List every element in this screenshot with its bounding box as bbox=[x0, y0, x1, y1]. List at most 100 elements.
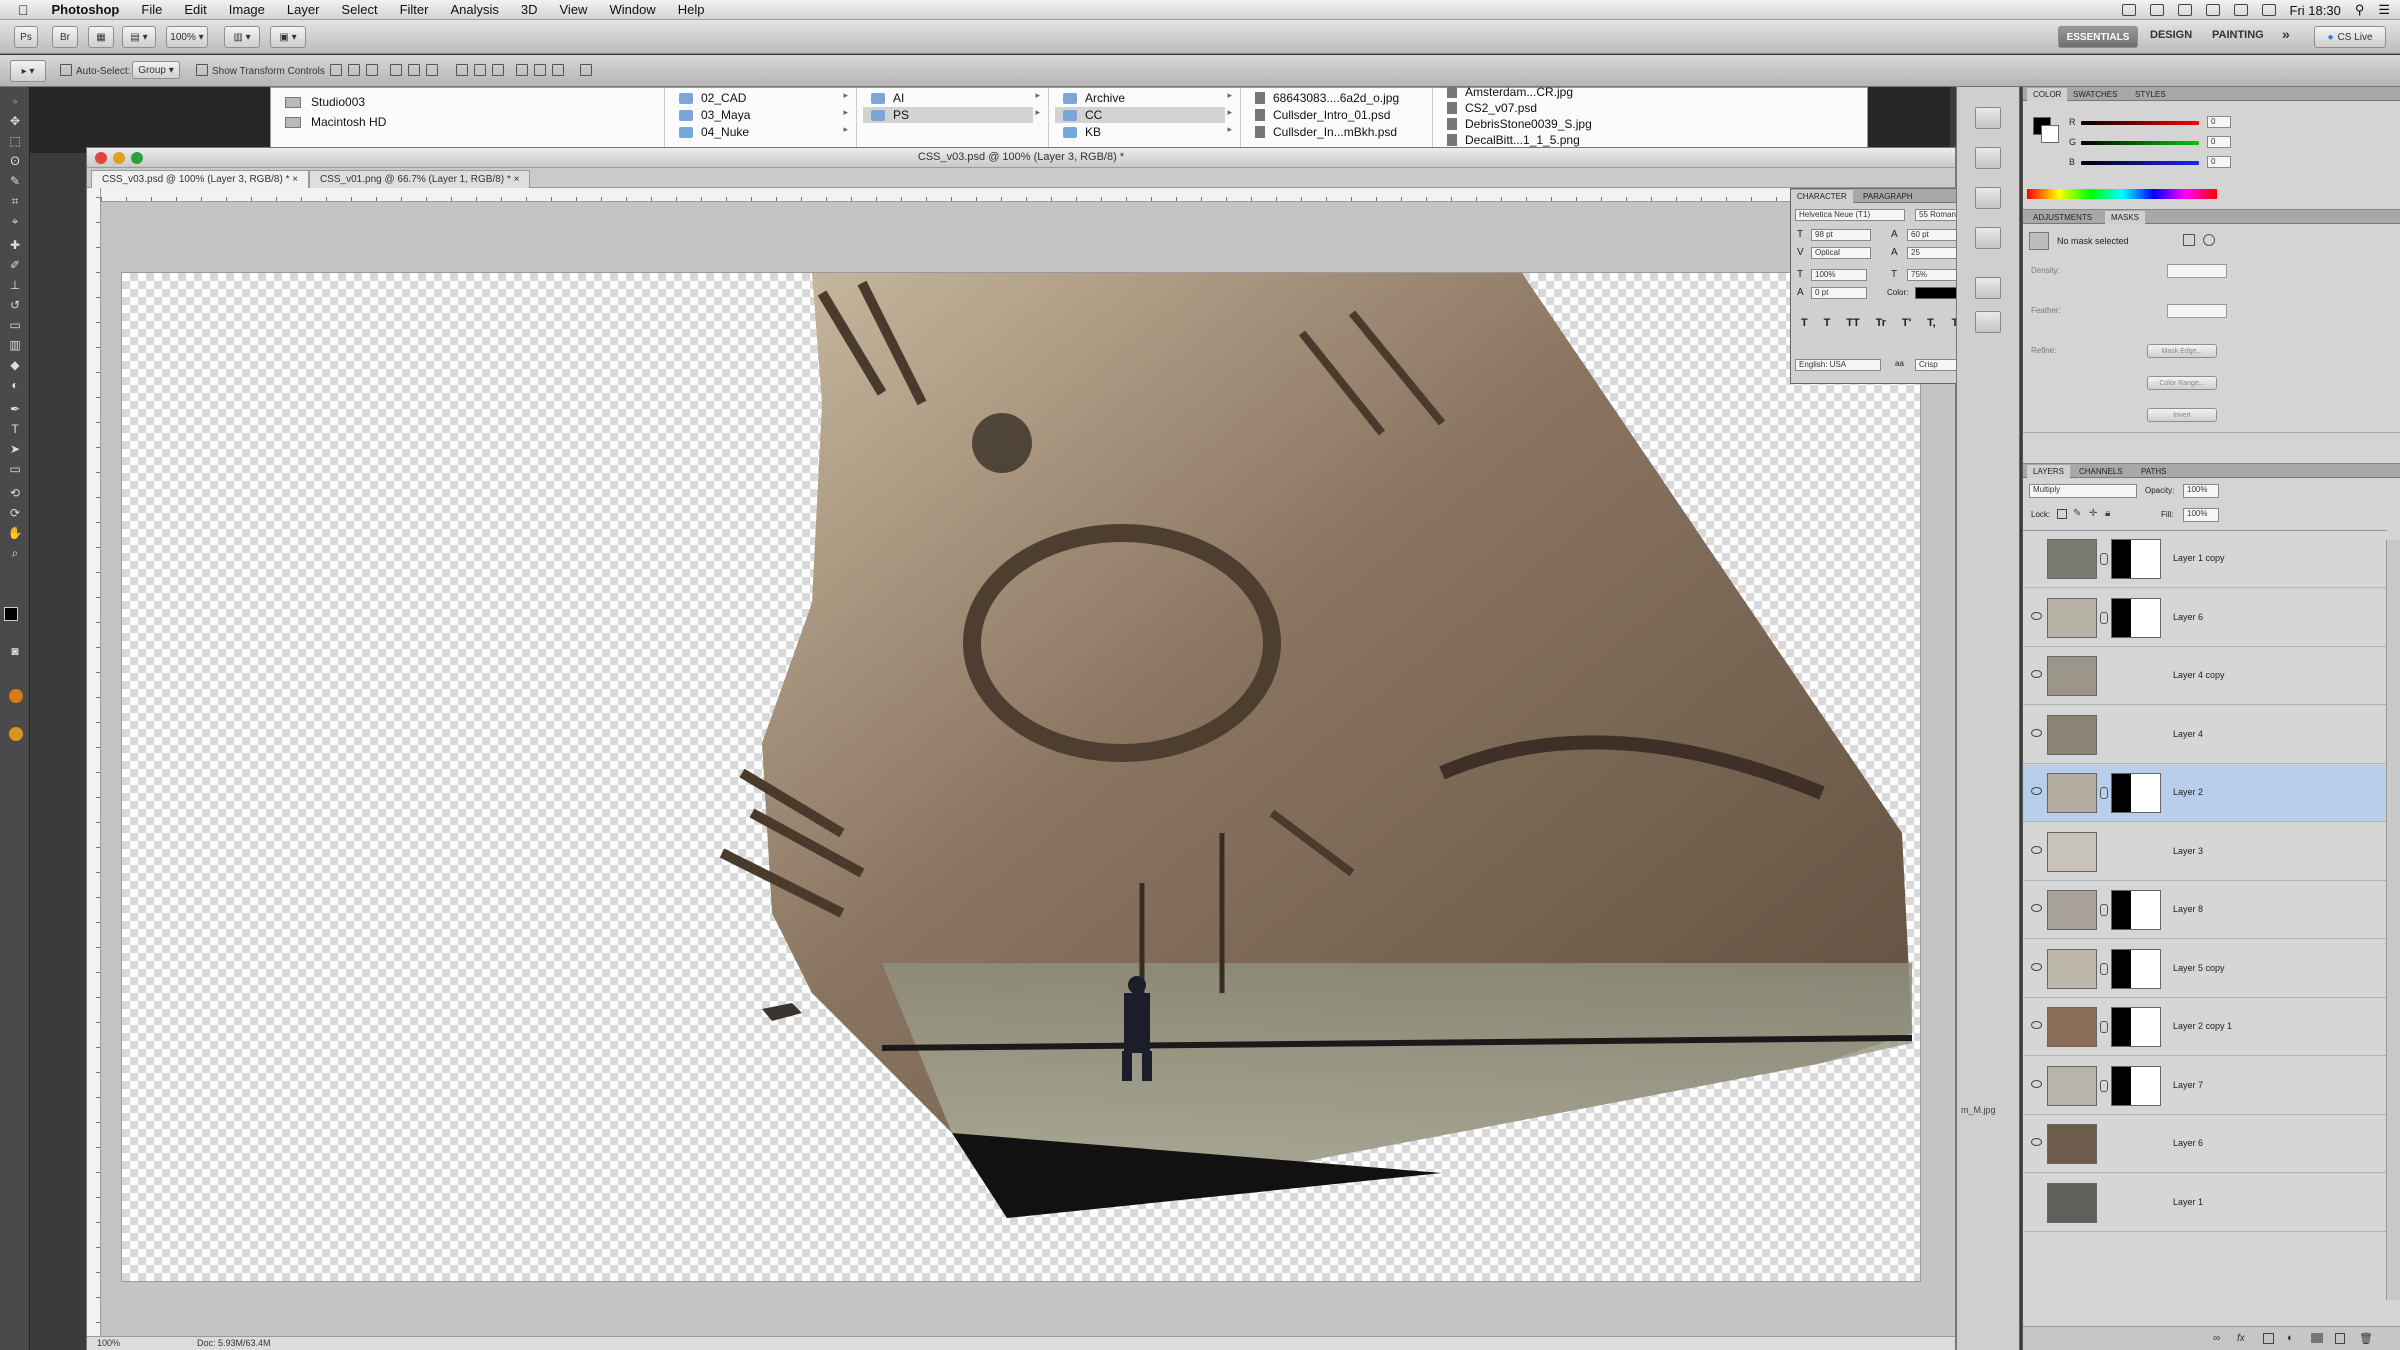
finder-item-file[interactable]: CS2_v07.psd bbox=[1447, 100, 1537, 116]
layer-mask-thumbnail[interactable] bbox=[2111, 539, 2161, 579]
layer-row[interactable]: Layer 1 copy bbox=[2023, 531, 2387, 588]
menu-app-name[interactable]: Photoshop bbox=[41, 2, 131, 17]
adjustment-layer-icon[interactable]: ◐ bbox=[2287, 1332, 2294, 1344]
layer-row[interactable]: Layer 4 bbox=[2023, 706, 2387, 764]
shape-tool-icon[interactable]: ▭ bbox=[6, 461, 24, 477]
finder-item-folder-selected[interactable]: CC bbox=[1055, 107, 1225, 123]
r-channel-field[interactable]: 0 bbox=[2207, 116, 2231, 128]
lock-position-icon[interactable]: ✛ bbox=[2089, 508, 2097, 519]
finder-item-folder[interactable]: 04_Nuke bbox=[679, 124, 749, 140]
move-tool-icon[interactable]: ✥ bbox=[6, 113, 24, 129]
g-channel-field[interactable]: 0 bbox=[2207, 136, 2231, 148]
layer-thumbnail[interactable] bbox=[2047, 1124, 2097, 1164]
add-pixel-mask-icon[interactable] bbox=[2183, 234, 2195, 246]
menu-image[interactable]: Image bbox=[218, 2, 276, 17]
tab-masks[interactable]: MASKS bbox=[2105, 211, 2146, 224]
actions-panel-icon[interactable] bbox=[1975, 147, 2001, 169]
layer-thumbnail[interactable] bbox=[2047, 890, 2097, 930]
mask-link-icon[interactable] bbox=[2100, 611, 2108, 624]
layer-thumbnail[interactable] bbox=[2047, 597, 2097, 638]
layer-thumbnail[interactable] bbox=[2047, 831, 2097, 872]
horizontal-scale-field[interactable]: 75% bbox=[1907, 269, 1963, 281]
finder-item-folder[interactable]: 02_CAD bbox=[679, 90, 746, 106]
visibility-eye-icon[interactable] bbox=[2031, 728, 2042, 737]
workspace-essentials-button[interactable]: ESSENTIALS bbox=[2058, 26, 2138, 48]
distribute-bottom-icon[interactable] bbox=[492, 64, 504, 76]
finder-item-file[interactable]: DebrisStone0039_S.jpg bbox=[1447, 116, 1592, 132]
menu-edit[interactable]: Edit bbox=[173, 2, 217, 17]
layer-thumbnail[interactable] bbox=[2047, 1182, 2097, 1223]
auto-select-dropdown[interactable]: Group ▾ bbox=[132, 61, 180, 79]
mask-link-icon[interactable] bbox=[2100, 1021, 2108, 1033]
finder-item-file[interactable]: 68643083....6a2d_o.jpg bbox=[1255, 90, 1399, 106]
status-zoom[interactable]: 100% bbox=[97, 1338, 120, 1348]
menu-window[interactable]: Window bbox=[598, 2, 666, 17]
menu-3d[interactable]: 3D bbox=[510, 2, 549, 17]
distribute-hcenter-icon[interactable] bbox=[534, 64, 546, 76]
faux-italic-button[interactable]: T bbox=[1824, 317, 1831, 331]
new-layer-icon[interactable] bbox=[2335, 1333, 2345, 1344]
finder-item-folder[interactable]: AI bbox=[871, 90, 904, 106]
finder-item-folder[interactable]: Archive bbox=[1063, 90, 1125, 106]
spotlight-icon[interactable]: ⚲ bbox=[2355, 2, 2365, 18]
layer-row[interactable]: Layer 8 bbox=[2023, 882, 2387, 939]
3d-rotate-tool-icon[interactable]: ⟲ bbox=[6, 485, 24, 501]
tab-paragraph[interactable]: PARAGRAPH bbox=[1857, 190, 1919, 203]
align-bottom-icon[interactable] bbox=[366, 64, 378, 76]
tab-channels[interactable]: CHANNELS bbox=[2073, 465, 2129, 478]
tab-paths[interactable]: PATHS bbox=[2135, 465, 2172, 478]
list-menu-icon[interactable]: ☰ bbox=[2378, 2, 2390, 18]
finder-item-file[interactable]: DecalBitt...1_1_5.png bbox=[1447, 132, 1580, 148]
tab-close-icon[interactable]: × bbox=[292, 174, 298, 185]
mini-bridge-launch-icon[interactable] bbox=[9, 689, 23, 703]
tab-styles[interactable]: STYLES bbox=[2129, 88, 2172, 101]
finder-item-folder[interactable]: 03_Maya bbox=[679, 107, 750, 123]
tab-character[interactable]: CHARACTER bbox=[1791, 190, 1853, 203]
layer-thumbnail[interactable] bbox=[2047, 773, 2097, 813]
layer-thumbnail[interactable] bbox=[2047, 656, 2097, 696]
layer-mask-thumbnail[interactable] bbox=[2111, 890, 2161, 930]
history-panel-icon[interactable] bbox=[1975, 107, 2001, 129]
vertical-scale-field[interactable]: 100% bbox=[1811, 269, 1867, 281]
visibility-eye-icon[interactable] bbox=[2031, 1021, 2042, 1029]
hand-tool-icon[interactable]: ✋ bbox=[6, 525, 24, 541]
visibility-eye-icon[interactable] bbox=[2031, 670, 2042, 678]
visibility-eye-icon[interactable] bbox=[2031, 611, 2042, 620]
view-extras-dropdown[interactable]: ▤ ▾ bbox=[122, 26, 156, 48]
lock-transparency-icon[interactable] bbox=[2057, 509, 2067, 519]
feather-field[interactable] bbox=[2167, 304, 2227, 318]
font-size-field[interactable]: 98 pt bbox=[1811, 229, 1871, 241]
visibility-eye-icon[interactable] bbox=[2031, 962, 2042, 971]
battery-icon[interactable] bbox=[2261, 4, 2276, 16]
visibility-eye-icon[interactable] bbox=[2031, 904, 2042, 912]
finder-item-studio003[interactable]: Studio003 bbox=[285, 94, 365, 110]
cs-live-tools-icon[interactable] bbox=[9, 727, 23, 741]
r-channel-slider[interactable] bbox=[2081, 121, 2199, 125]
lasso-tool-icon[interactable]: ʘ bbox=[6, 153, 24, 169]
layer-mask-thumbnail[interactable] bbox=[2111, 948, 2161, 989]
foreground-color-swatch[interactable] bbox=[4, 607, 18, 621]
menu-help[interactable]: Help bbox=[667, 2, 716, 17]
finder-item-macintosh-hd[interactable]: Macintosh HD bbox=[285, 114, 386, 130]
subscript-button[interactable]: T, bbox=[1927, 317, 1936, 331]
finder-item-folder[interactable]: KB bbox=[1063, 124, 1101, 140]
horizontal-ruler[interactable] bbox=[101, 188, 1955, 202]
layer-row[interactable]: Layer 4 copy bbox=[2023, 648, 2387, 705]
b-channel-slider[interactable] bbox=[2081, 161, 2199, 165]
paragraph-panel-icon[interactable] bbox=[1975, 311, 2001, 333]
brush-tool-icon[interactable]: ✐ bbox=[6, 257, 24, 273]
status-doc-size[interactable]: Doc: 5.93M/63.4M bbox=[197, 1338, 271, 1348]
stamp-tool-icon[interactable]: ⊥ bbox=[6, 277, 24, 293]
layer-thumbnail[interactable] bbox=[2047, 714, 2097, 755]
dodge-tool-icon[interactable]: ◐ bbox=[6, 377, 24, 393]
menu-analysis[interactable]: Analysis bbox=[439, 2, 509, 17]
layer-thumbnail[interactable] bbox=[2047, 539, 2097, 579]
all-caps-button[interactable]: TT bbox=[1846, 317, 1859, 331]
mask-link-icon[interactable] bbox=[2100, 553, 2108, 565]
layer-thumbnail[interactable] bbox=[2047, 1007, 2097, 1047]
layer-mask-thumbnail[interactable] bbox=[2111, 597, 2161, 638]
path-select-tool-icon[interactable]: ➤ bbox=[6, 441, 24, 457]
menu-file[interactable]: File bbox=[130, 2, 173, 17]
screen-mode-dropdown[interactable]: ▣ ▾ bbox=[270, 26, 306, 48]
baseline-shift-field[interactable]: 0 pt bbox=[1811, 287, 1867, 299]
